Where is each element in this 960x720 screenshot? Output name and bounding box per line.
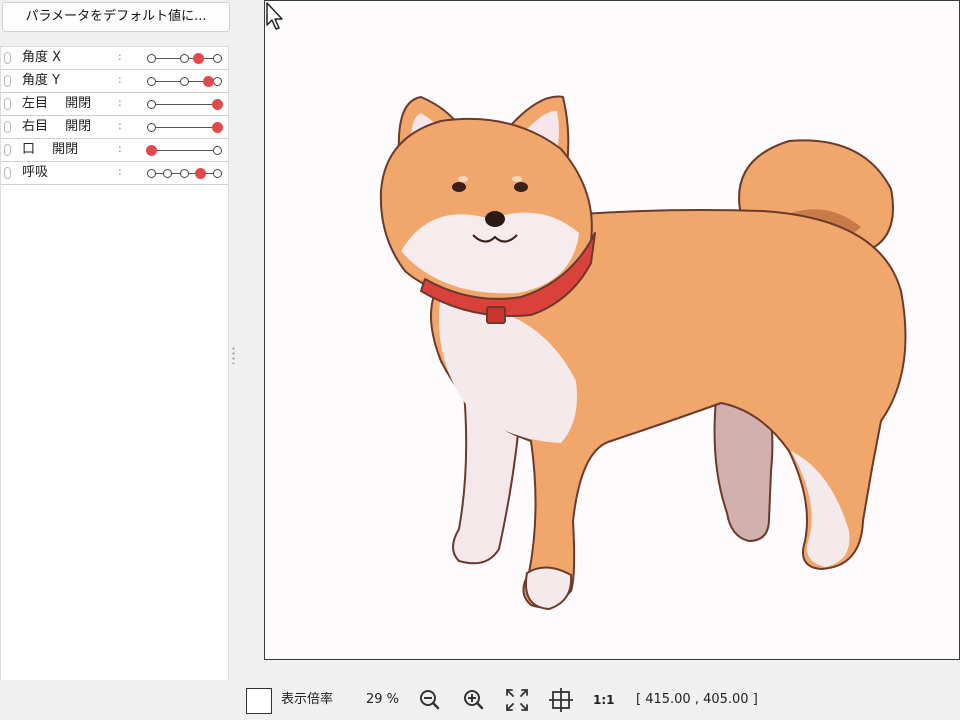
param-row[interactable]: 角度 Y : [1, 70, 228, 93]
lock-icon[interactable] [4, 121, 11, 133]
actual-size-button[interactable]: 1:1 [593, 689, 615, 711]
slider-key-point [146, 123, 156, 132]
zoom-out-icon[interactable] [418, 688, 442, 712]
slider-key-point [146, 169, 156, 178]
param-name: 角度 Y [22, 73, 61, 88]
slider-key-point [179, 77, 189, 86]
slider-key-point [163, 169, 172, 178]
lock-icon[interactable] [4, 167, 11, 179]
colon-separator: : [118, 96, 122, 109]
param-slider[interactable] [146, 122, 223, 133]
mouse-cursor-icon [266, 2, 283, 30]
slider-knob[interactable] [211, 99, 223, 110]
canvas-viewport[interactable] [264, 0, 960, 660]
param-row[interactable]: 左目 開閉 : [1, 93, 228, 116]
slider-knob[interactable] [195, 168, 206, 179]
param-slider[interactable] [145, 145, 222, 156]
zoom-in-icon[interactable] [462, 688, 486, 712]
colon-separator: : [118, 73, 122, 86]
parameter-panel: パラメータをデフォルト値に... 角度 X : 角度 Y : 左目 開閉 : 右… [0, 0, 231, 680]
shiba-dog-model [379, 95, 907, 610]
lock-icon[interactable] [4, 144, 11, 156]
cursor-coordinates: [ 415.00 , 405.00 ] [636, 692, 758, 707]
colon-separator: : [118, 119, 122, 132]
slider-key-point [146, 100, 156, 109]
param-slider[interactable] [146, 76, 222, 87]
bottom-toolbar: 表示倍率 29 % 1:1 [ 415.00 , 405.00 ] [0, 680, 960, 720]
lock-icon[interactable] [4, 75, 11, 87]
slider-key-point [146, 54, 156, 63]
slider-key-point [212, 146, 222, 155]
colon-separator: : [118, 142, 122, 155]
panel-splitter[interactable] [232, 346, 235, 364]
param-name: 角度 X [22, 50, 62, 65]
param-slider[interactable] [146, 168, 222, 179]
colon-separator: : [118, 165, 122, 178]
param-name: 右目 開閉 [22, 119, 92, 134]
slider-knob[interactable] [202, 76, 214, 87]
param-row[interactable]: 角度 X : [1, 47, 228, 70]
slider-knob[interactable] [193, 53, 205, 64]
param-row[interactable]: 口 開閉 : [1, 139, 228, 162]
param-slider[interactable] [146, 53, 222, 64]
lock-icon[interactable] [4, 52, 11, 64]
zoom-label: 表示倍率 [281, 692, 334, 707]
param-name: 口 開閉 [22, 142, 79, 157]
center-target-icon[interactable] [548, 687, 574, 713]
lock-icon[interactable] [4, 98, 11, 110]
reset-parameters-button[interactable]: パラメータをデフォルト値に... [2, 2, 230, 32]
parameter-list: 角度 X : 角度 Y : 左目 開閉 : 右目 開閉 : 口 開閉 : 呼吸 … [0, 46, 229, 680]
param-name: 左目 開閉 [22, 96, 92, 111]
param-row[interactable]: 右目 開閉 : [1, 116, 228, 139]
slider-knob[interactable] [211, 122, 223, 133]
zoom-value: 29 % [366, 692, 400, 707]
slider-knob[interactable] [145, 145, 157, 156]
param-slider[interactable] [146, 99, 223, 110]
colon-separator: : [118, 50, 122, 63]
slider-key-point [212, 54, 222, 63]
slider-key-point [212, 169, 222, 178]
slider-key-point [179, 54, 189, 63]
param-name: 呼吸 [22, 165, 49, 180]
slider-key-point [179, 169, 189, 178]
param-row[interactable]: 呼吸 : [1, 162, 228, 185]
zoom-checkbox[interactable] [246, 688, 272, 714]
slider-key-point [146, 77, 156, 86]
fit-to-window-icon[interactable] [504, 687, 530, 713]
